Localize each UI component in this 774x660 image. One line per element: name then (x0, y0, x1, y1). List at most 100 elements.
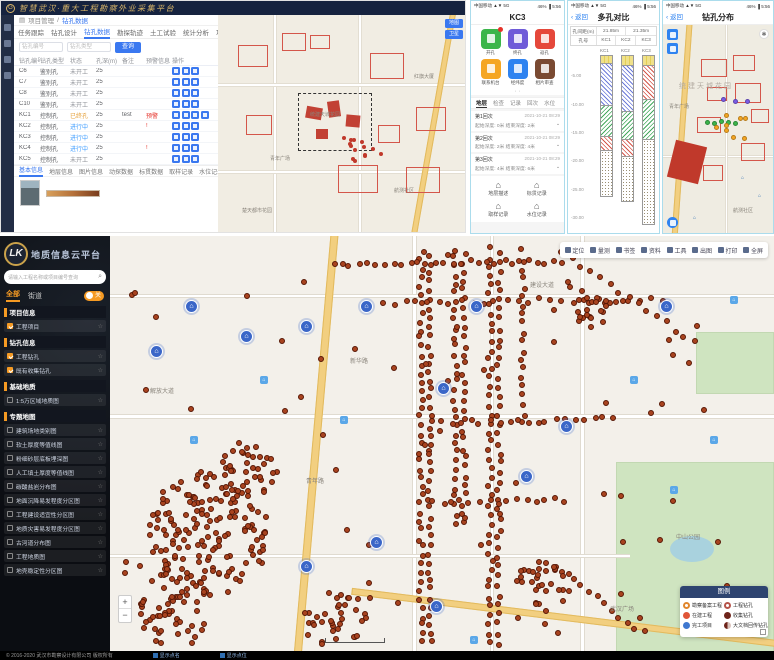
borehole-dot[interactable] (586, 589, 592, 595)
borehole-dot[interactable] (462, 325, 468, 331)
borehole-dot[interactable] (426, 307, 432, 313)
borehole-dot[interactable] (438, 418, 444, 424)
favorite-star-icon[interactable]: ☆ (98, 469, 103, 476)
action-icon-联系机台[interactable]: 联系机台 (477, 59, 504, 86)
borehole-dot[interactable] (520, 274, 526, 280)
borehole-dot[interactable] (162, 612, 168, 618)
borehole-dot[interactable] (497, 470, 503, 476)
borehole-dot[interactable] (437, 428, 443, 434)
borehole-dot[interactable] (680, 334, 686, 340)
borehole-dot[interactable] (597, 274, 603, 280)
borehole-dot[interactable] (326, 590, 332, 596)
borehole-dot[interactable] (419, 620, 425, 626)
row-action-button[interactable] (172, 133, 180, 141)
borehole-dot[interactable] (426, 253, 432, 259)
borehole-dot[interactable] (194, 476, 200, 482)
borehole-dot[interactable] (494, 413, 500, 419)
map-basemap-button[interactable]: 卫星 (445, 30, 463, 39)
borehole-dot[interactable] (445, 301, 451, 307)
detail-tab[interactable]: 水位记录 (199, 167, 218, 176)
borehole-dot[interactable] (420, 605, 426, 611)
borehole-dot[interactable] (372, 262, 378, 268)
borehole-dot[interactable] (371, 147, 375, 151)
borehole-dot[interactable] (525, 300, 531, 306)
borehole-dot[interactable] (610, 415, 616, 421)
borehole-dot[interactable] (220, 459, 226, 465)
borehole-dot[interactable] (344, 527, 350, 533)
action-icon-返孔[interactable]: 返孔 (531, 29, 558, 56)
borehole-dot[interactable] (391, 365, 397, 371)
borehole-dot[interactable] (478, 542, 484, 548)
borehole-dot[interactable] (496, 314, 502, 320)
borehole-dot[interactable] (188, 406, 194, 412)
borehole-dot[interactable] (163, 532, 169, 538)
borehole-dot[interactable] (420, 542, 426, 548)
row-action-button[interactable] (182, 67, 190, 75)
borehole-dot[interactable] (627, 294, 633, 300)
record-card[interactable]: 第2回次2021-10-21 08:29起始深度: 2米 结束深度: 4米⌄ (471, 133, 564, 153)
borehole-dot[interactable] (213, 530, 219, 536)
borehole-dot[interactable] (496, 610, 502, 616)
borehole-dot[interactable] (541, 419, 547, 425)
m1-tab[interactable]: 记录 (510, 99, 521, 107)
desktop-map[interactable]: 红旗大厦统建天城花园青年广场航测社区楚天都市花园地图卫星 (218, 15, 466, 233)
borehole-dot[interactable] (486, 532, 492, 538)
borehole-dot[interactable] (451, 261, 457, 267)
borehole-dot[interactable] (379, 152, 383, 156)
borehole-dot-orange[interactable] (714, 125, 719, 130)
borehole-dot[interactable] (476, 260, 482, 266)
borehole-dot[interactable] (489, 465, 495, 471)
borehole-dot[interactable] (518, 375, 524, 381)
m1-tab[interactable]: 回次 (527, 99, 538, 107)
gis-map[interactable]: ⌂⌂⌂⌂⌂⌂⌂⌂⌂⌂⌂⌂⌂⌂⌂⌂⌂⌂⌂⌂⌂新华路建设大道青年路解放大道中山公园武… (110, 236, 774, 651)
project-cluster-marker[interactable]: ⌂ (437, 382, 450, 395)
row-action-button[interactable] (172, 67, 180, 75)
borehole-dot[interactable] (701, 407, 707, 413)
borehole-dot[interactable] (451, 353, 457, 359)
borehole-dot[interactable] (542, 621, 548, 627)
borehole-dot[interactable] (335, 626, 341, 632)
borehole-dot[interactable] (460, 279, 466, 285)
borehole-dot[interactable] (519, 268, 525, 274)
toolbar-全屏[interactable]: 全屏 (743, 246, 763, 255)
borehole-dot[interactable] (257, 454, 263, 460)
layer-item[interactable]: 工程项目☆ (4, 320, 106, 332)
borehole-dot[interactable] (176, 545, 182, 551)
borehole-dot[interactable] (199, 499, 205, 505)
borehole-dot[interactable] (495, 632, 501, 638)
borehole-dot[interactable] (498, 420, 504, 426)
borehole-dot[interactable] (427, 584, 433, 590)
desktop-tab[interactable]: 土工试验 (150, 27, 176, 37)
borehole-dot[interactable] (366, 580, 372, 586)
borehole-dot[interactable] (615, 290, 621, 296)
row-action-button[interactable] (191, 133, 199, 141)
borehole-dot[interactable] (485, 290, 491, 296)
borehole-dot[interactable] (201, 589, 207, 595)
borehole-dot[interactable] (261, 489, 267, 495)
borehole-dot[interactable] (525, 497, 531, 503)
borehole-dot[interactable] (496, 344, 502, 350)
borehole-dot[interactable] (497, 338, 503, 344)
borehole-dot[interactable] (416, 597, 422, 603)
borehole-dot[interactable] (643, 308, 649, 314)
row-action-button[interactable] (172, 155, 180, 163)
borehole-dot[interactable] (452, 341, 458, 347)
search-icon[interactable]: ⌕ (98, 273, 102, 281)
borehole-dot[interactable] (551, 258, 557, 264)
borehole-dot[interactable] (418, 570, 424, 576)
borehole-dot[interactable] (462, 482, 468, 488)
borehole-dot[interactable] (261, 461, 267, 467)
layer-item[interactable]: 碳酸盐岩分布图☆ (4, 480, 106, 492)
project-cluster-marker[interactable]: ⌂ (360, 300, 373, 313)
favorite-star-icon[interactable]: ☆ (98, 455, 103, 462)
table-row[interactable]: KC2控制孔进行中25! (14, 121, 218, 132)
borehole-dot[interactable] (495, 562, 501, 568)
borehole-dot[interactable] (268, 456, 274, 462)
borehole-dot[interactable] (453, 467, 459, 473)
borehole-dot[interactable] (160, 489, 166, 495)
borehole-dot[interactable] (418, 525, 424, 531)
borehole-dot[interactable] (453, 274, 459, 280)
borehole-dot[interactable] (183, 527, 189, 533)
borehole-dot[interactable] (330, 628, 336, 634)
borehole-dot[interactable] (463, 251, 469, 257)
